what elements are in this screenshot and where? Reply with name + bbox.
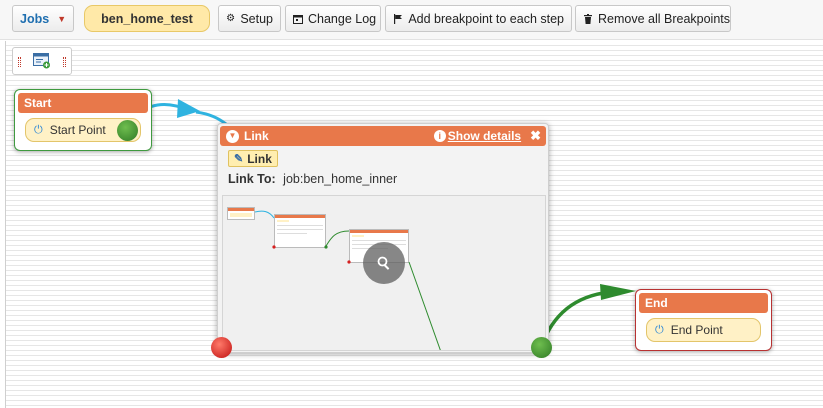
linked-job-preview[interactable]: [222, 195, 546, 351]
close-icon[interactable]: ✖: [530, 126, 541, 146]
link-node-title: Link: [244, 129, 269, 143]
toolbar: Jobs ▼ ben_home_test ⚙ Setup Change Log …: [0, 0, 823, 40]
end-node[interactable]: End ⏻ End Point: [635, 289, 772, 351]
add-step-icon[interactable]: [33, 53, 51, 72]
drag-handle-right[interactable]: [63, 57, 66, 67]
trash-icon: [583, 13, 593, 24]
setup-button[interactable]: ⚙ Setup: [218, 5, 281, 32]
jobs-dropdown[interactable]: Jobs ▼: [12, 5, 74, 32]
power-icon: ⏻: [34, 123, 43, 136]
gear-icon: ⚙: [226, 13, 236, 24]
caret-down-icon: ▼: [57, 13, 67, 24]
link-error-port[interactable]: [211, 337, 232, 358]
show-details-link[interactable]: Show details: [448, 126, 521, 146]
job-name: ben_home_test: [101, 11, 193, 26]
power-icon: ⏻: [655, 323, 664, 336]
collapse-icon[interactable]: ▼: [226, 129, 239, 143]
link-to-value: job:ben_home_inner: [283, 172, 398, 186]
calendar-icon: [293, 13, 303, 24]
zoom-icon[interactable]: [363, 242, 405, 284]
remove-breakpoints-button[interactable]: Remove all Breakpoints: [575, 5, 731, 32]
remove-breakpoints-label: Remove all Breakpoints: [598, 11, 731, 26]
end-node-title: End: [639, 293, 768, 313]
link-badge-label: Link: [247, 151, 272, 166]
flag-icon: [393, 13, 403, 24]
start-node-title: Start: [18, 93, 148, 113]
change-log-button[interactable]: Change Log: [285, 5, 381, 32]
end-point-item[interactable]: ⏻ End Point: [646, 318, 761, 342]
link-success-port[interactable]: [531, 337, 552, 358]
link-node-header: ▼ Link i Show details ✖: [220, 126, 546, 146]
link-to-label: Link To:: [228, 172, 276, 186]
jobs-label: Jobs: [20, 11, 50, 26]
drag-handle-left[interactable]: [18, 57, 21, 67]
link-node[interactable]: ▼ Link i Show details ✖ ✎ Link Link To: …: [217, 123, 549, 353]
pencil-icon: ✎: [234, 153, 244, 165]
info-icon: i: [433, 130, 446, 142]
job-name-badge[interactable]: ben_home_test: [84, 5, 210, 32]
add-breakpoint-label: Add breakpoint to each step: [408, 11, 564, 26]
add-breakpoint-button[interactable]: Add breakpoint to each step: [385, 5, 572, 32]
start-success-port[interactable]: [117, 120, 138, 141]
end-point-label: End Point: [670, 323, 723, 337]
setup-label: Setup: [240, 11, 273, 26]
link-to-row: Link To: job:ben_home_inner: [228, 172, 397, 186]
step-palette[interactable]: [12, 47, 72, 75]
start-point-label: Start Point: [49, 123, 106, 137]
link-badge[interactable]: ✎ Link: [228, 150, 278, 167]
change-log-label: Change Log: [308, 11, 377, 26]
